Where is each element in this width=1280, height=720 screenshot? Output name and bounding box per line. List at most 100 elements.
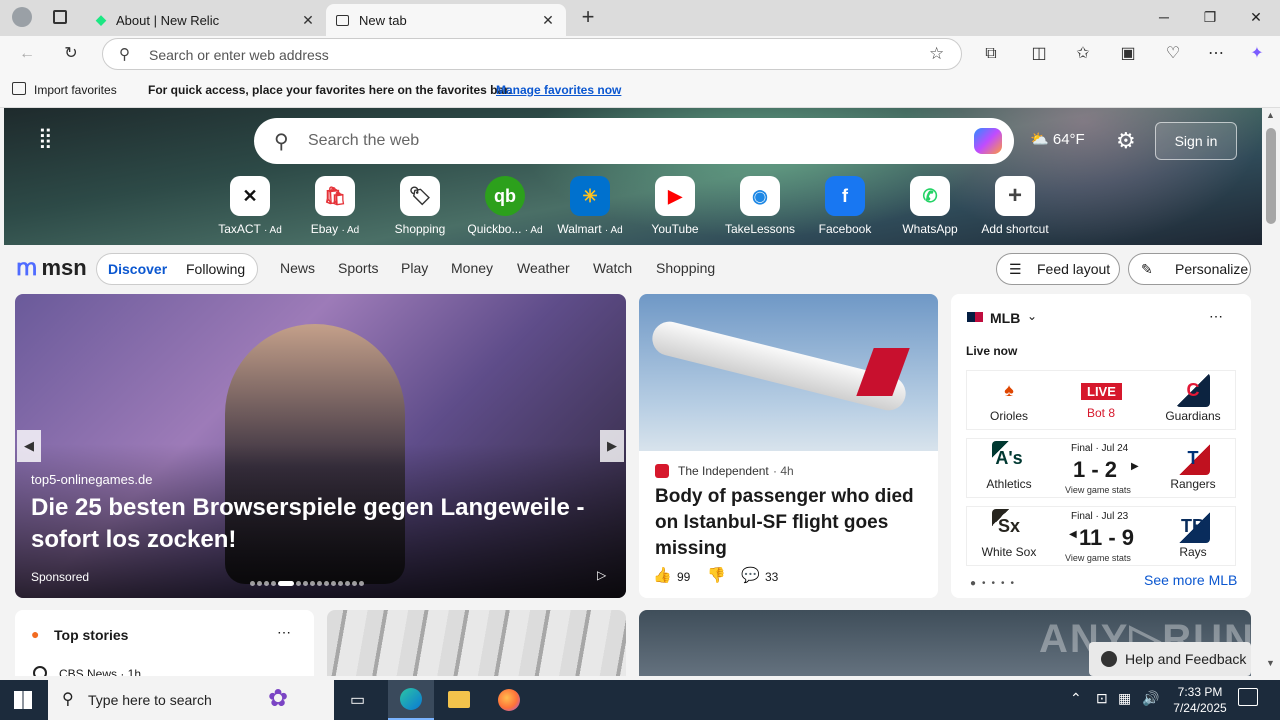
wifi-icon[interactable]: ▦ [1118,690,1131,707]
shortcut-whatsapp[interactable]: ✆ WhatsApp [890,176,970,236]
split-screen-icon[interactable]: ◫ [1026,42,1052,66]
shortcut-add[interactable]: + Add shortcut [975,176,1055,236]
more-options-icon[interactable]: ⋯ [1209,308,1223,325]
task-view-icon[interactable]: ▭ [350,690,365,710]
feed-layout-button[interactable]: ☰ Feed layout [996,253,1120,285]
news-story-card[interactable]: The Independent · 4h Body of passenger w… [639,294,938,598]
copilot-icon[interactable] [974,128,1002,154]
tab-about-new-relic[interactable]: ◆ About | New Relic ✕ [86,4,326,36]
publisher-name: The Independent [678,464,769,478]
shortcut-taxact[interactable]: ✕ TaxACT · Ad [210,176,290,236]
notifications-icon[interactable] [1238,688,1258,706]
page-scrollbar[interactable]: ▲ ▼ [1262,108,1280,676]
carousel-prev-button[interactable]: ◀ [17,430,41,462]
restore-button[interactable]: ❐ [1190,6,1230,28]
apps-launcher-icon[interactable]: ⣿ [38,128,60,150]
nav-money[interactable]: Money [451,260,493,276]
shortcut-shopping[interactable]: 🏷 Shopping [380,176,460,236]
manage-favorites-link[interactable]: Manage favorites now [496,83,621,97]
view-game-stats-link[interactable]: View game stats [1065,553,1131,563]
file-explorer-icon[interactable] [448,691,470,708]
away-team: Sx White Sox [969,507,1049,559]
game-row[interactable]: Sx White Sox Final · Jul 23 ◀ 11 - 9 View… [966,506,1236,566]
tab-following[interactable]: Following [186,254,245,284]
see-more-mlb-link[interactable]: See more MLB [1144,572,1237,588]
story-headline[interactable]: Body of passenger who died on Istanbul-S… [655,484,925,562]
collections-icon[interactable]: ▣ [1115,42,1141,66]
msn-logo[interactable]: ⅿ msn [16,255,87,281]
nav-weather[interactable]: Weather [517,260,570,276]
shortcut-quickbooks[interactable]: qb Quickbo... · Ad [465,176,545,236]
copilot-icon[interactable]: ✦ [1244,42,1270,66]
favorites-bar: Import favorites For quick access, place… [0,72,1280,108]
ad-choices-icon[interactable]: ▷ [597,568,606,582]
shortcut-facebook[interactable]: f Facebook [805,176,885,236]
nav-watch[interactable]: Watch [593,260,632,276]
msn-butterfly-icon: ⅿ [16,255,38,280]
close-window-button[interactable]: ✕ [1236,6,1276,28]
nav-play[interactable]: Play [401,260,428,276]
more-options-icon[interactable]: ⋯ [277,624,291,641]
tab-discover[interactable]: Discover [108,254,167,284]
shortcut-walmart[interactable]: ✳ Walmart · Ad [550,176,630,236]
refresh-icon[interactable]: ↻ [58,42,84,66]
tab-actions-icon[interactable] [53,10,67,24]
story-image-card[interactable] [327,610,626,676]
shortcut-takelessons[interactable]: ◉ TakeLessons [720,176,800,236]
nav-shopping[interactable]: Shopping [656,260,715,276]
taskbar-search-box[interactable]: ⚲ Type here to search ✿ [48,680,334,720]
sign-in-button[interactable]: Sign in [1155,122,1237,160]
profile-icon[interactable] [12,7,32,27]
edge-icon [400,688,422,710]
shortcut-ebay[interactable]: 🛍 Ebay · Ad [295,176,375,236]
dislike-icon[interactable]: 👎 [707,566,726,584]
browser-essentials-icon[interactable]: ♡ [1160,42,1186,66]
settings-gear-icon[interactable]: ⚙ [1116,128,1136,154]
volume-icon[interactable]: 🔊 [1142,690,1159,707]
more-menu-icon[interactable]: ⋯ [1203,42,1229,66]
close-tab-icon[interactable]: ✕ [540,12,556,29]
new-tab-button[interactable]: + [576,4,600,30]
favorites-icon[interactable]: ✩ [1070,42,1096,66]
view-game-stats-link[interactable]: View game stats [1065,485,1131,495]
extensions-icon[interactable]: ⧉ [978,42,1004,66]
feature-headline[interactable]: Die 25 besten Browserspiele gegen Langew… [31,492,591,556]
top-stories-title[interactable]: Top stories [54,627,128,643]
firefox-icon[interactable] [498,689,520,711]
mlb-title[interactable]: MLB [990,310,1020,326]
address-bar[interactable]: ⚲ Search or enter web address ☆ [102,38,962,70]
like-icon[interactable]: 👍 [653,566,672,584]
game-row[interactable]: ♠ Orioles LIVE Bot 8 C Guardians [966,370,1236,430]
windows-start-icon[interactable] [14,691,32,709]
tab-new-tab[interactable]: New tab ✕ [326,4,566,36]
scroll-up-icon[interactable]: ▲ [1266,110,1275,120]
show-hidden-icons[interactable]: ⌃ [1070,690,1082,707]
weather-widget[interactable]: ⛅ 64°F [1030,130,1085,148]
ebay-bag-icon: 🛍 [315,176,355,216]
help-and-feedback-button[interactable]: Help and Feedback [1089,642,1251,676]
chevron-down-icon[interactable]: ⌄ [1027,309,1037,323]
carousel-next-button[interactable]: ▶ [600,430,624,462]
scroll-down-icon[interactable]: ▼ [1266,658,1275,668]
shortcut-youtube[interactable]: ▶ YouTube [635,176,715,236]
clock[interactable]: 7:33 PM 7/24/2025 [1168,684,1232,716]
edge-taskbar-icon[interactable] [388,680,434,720]
minimize-button[interactable]: ─ [1144,6,1184,28]
game-score: 11 - 9 [1079,525,1135,550]
feature-carousel-card[interactable]: ◀ ▶ top5-onlinegames.de Die 25 besten Br… [15,294,626,598]
back-icon[interactable]: ← [14,42,40,66]
close-tab-icon[interactable]: ✕ [300,12,316,29]
personalize-button[interactable]: ✎ Personalize [1128,253,1251,285]
import-favorites-button[interactable]: Import favorites [34,83,117,97]
nav-news[interactable]: News [280,260,315,276]
shopping-tag-icon: 🏷 [400,176,440,216]
scroll-thumb[interactable] [1266,128,1276,224]
web-search-box[interactable]: ⚲ Search the web [254,118,1014,164]
story-image-card[interactable]: ANY▷RUN Help and Feedback [639,610,1251,676]
nav-sports[interactable]: Sports [338,260,378,276]
mlb-logo-icon [967,312,983,322]
network-icon[interactable]: ⊡ [1096,690,1108,707]
game-row[interactable]: A's Athletics Final · Jul 24 1 - 2 ▶ View… [966,438,1236,498]
favorite-star-icon[interactable]: ☆ [929,44,944,64]
comment-icon[interactable]: 💬 [741,566,760,584]
